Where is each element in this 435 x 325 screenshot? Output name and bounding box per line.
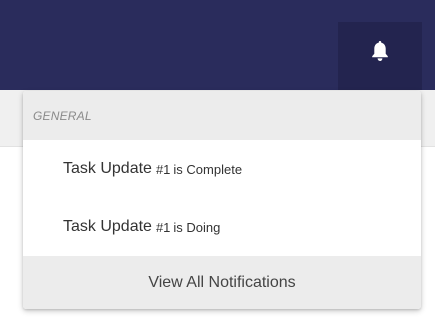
view-all-notifications-button[interactable]: View All Notifications bbox=[23, 256, 421, 309]
notification-number: #1 bbox=[155, 219, 171, 235]
notifications-button[interactable] bbox=[338, 22, 422, 90]
page: GENERAL Task Update #1 is Complete Task … bbox=[0, 0, 435, 325]
notification-number: #1 bbox=[155, 161, 171, 177]
section-header-general: GENERAL bbox=[23, 91, 421, 140]
top-navbar bbox=[0, 0, 435, 90]
notification-status: is Complete bbox=[173, 161, 243, 177]
notification-status: is Doing bbox=[173, 219, 221, 235]
notifications-dropdown: GENERAL Task Update #1 is Complete Task … bbox=[23, 91, 421, 309]
notification-item[interactable]: Task Update #1 is Doing bbox=[23, 198, 421, 256]
bell-icon bbox=[372, 41, 388, 61]
notification-title: Task Update bbox=[63, 160, 152, 177]
notification-title: Task Update bbox=[63, 218, 152, 235]
notification-item[interactable]: Task Update #1 is Complete bbox=[23, 140, 421, 198]
